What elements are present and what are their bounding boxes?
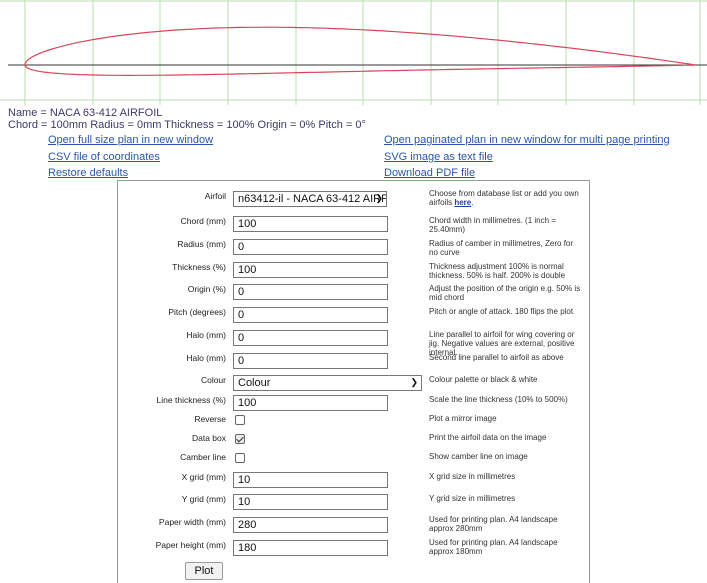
- paper-width-input[interactable]: 280: [233, 517, 388, 533]
- airfoil-select-value: n63412-il - NACA 63-412 AIRFOIL: [238, 193, 386, 205]
- x-grid-label: X grid (mm): [181, 472, 226, 482]
- airfoil-name-line: Name = NACA 63-412 AIRFOIL: [8, 107, 163, 119]
- x-grid-input[interactable]: 10: [233, 472, 388, 488]
- colour-select[interactable]: Colour ❯: [233, 375, 422, 391]
- line-thickness-desc: Scale the line thickness (10% to 500%): [429, 395, 568, 404]
- paper-height-label: Paper height (mm): [155, 540, 226, 550]
- plot-button[interactable]: Plot: [185, 562, 223, 580]
- reverse-checkbox[interactable]: [235, 415, 245, 425]
- y-grid-desc: Y grid size in millimetres: [429, 494, 516, 503]
- download-pdf-link[interactable]: Download PDF file: [384, 167, 475, 180]
- settings-form: Airfoil n63412-il - NACA 63-412 AIRFOIL …: [117, 180, 590, 583]
- thickness-desc: Thickness adjustment 100% is normal thic…: [429, 262, 566, 280]
- second-halo-label: Halo (mm): [186, 353, 226, 363]
- data-box-checkbox[interactable]: [235, 434, 245, 444]
- data-box-label: Data box: [191, 433, 226, 443]
- halo-input[interactable]: 0: [233, 330, 388, 346]
- pitch-input[interactable]: 0: [233, 307, 388, 323]
- data-box-desc: Print the airfoil data on the image: [429, 433, 547, 442]
- csv-file-link[interactable]: CSV file of coordinates: [48, 151, 160, 164]
- chord-label: Chord (mm): [180, 216, 226, 226]
- halo-label: Halo (mm): [186, 330, 226, 340]
- svg-text-link[interactable]: SVG image as text file: [384, 151, 493, 164]
- paper-width-desc: Used for printing plan. A4 landscape app…: [429, 515, 558, 533]
- line-thickness-label: Line thickness (%): [156, 395, 226, 405]
- airfoil-plot: [0, 0, 707, 105]
- colour-desc: Colour palette or black & white: [429, 375, 538, 384]
- open-full-size-link[interactable]: Open full size plan in new window: [48, 134, 213, 147]
- restore-defaults-link[interactable]: Restore defaults: [48, 167, 128, 180]
- camber-line-desc: Show camber line on image: [429, 452, 528, 461]
- origin-label: Origin (%): [187, 284, 226, 294]
- paper-height-desc: Used for printing plan. A4 landscape app…: [429, 538, 558, 556]
- camber-line-label: Camber line: [180, 452, 226, 462]
- airfoil-label: Airfoil: [204, 191, 226, 201]
- thickness-input[interactable]: 100: [233, 262, 388, 278]
- airfoil-outline: [24, 26, 697, 77]
- reverse-desc: Plot a mirror image: [429, 414, 497, 423]
- airfoil-params-line: Chord = 100mm Radius = 0mm Thickness = 1…: [8, 119, 366, 131]
- paper-width-label: Paper width (mm): [158, 517, 226, 527]
- second-halo-input[interactable]: 0: [233, 353, 388, 369]
- camber-line-checkbox[interactable]: [235, 453, 245, 463]
- paper-height-input[interactable]: 180: [233, 540, 388, 556]
- x-grid-desc: X grid size in millimetres: [429, 472, 516, 481]
- second-halo-desc: Second line parallel to airfoil as above: [429, 353, 564, 362]
- chevron-down-icon: ❯: [375, 193, 383, 203]
- line-thickness-input[interactable]: 100: [233, 395, 388, 411]
- chord-desc: Chord width in millimetres. (1 inch = 25…: [429, 216, 556, 234]
- radius-input[interactable]: 0: [233, 239, 388, 255]
- radius-label: Radius (mm): [177, 239, 226, 249]
- add-airfoils-link[interactable]: here: [454, 198, 471, 207]
- colour-select-value: Colour: [238, 377, 271, 389]
- chevron-down-icon: ❯: [410, 377, 418, 387]
- airfoil-desc: Choose from database list or add you own…: [429, 189, 579, 207]
- open-paginated-link[interactable]: Open paginated plan in new window for mu…: [384, 134, 670, 147]
- reverse-label: Reverse: [194, 414, 226, 424]
- y-grid-label: Y grid (mm): [181, 494, 226, 504]
- radius-desc: Radius of camber in millimetres, Zero fo…: [429, 239, 574, 257]
- pitch-desc: Pitch or angle of attack. 180 flips the …: [429, 307, 574, 316]
- chord-input[interactable]: 100: [233, 216, 388, 232]
- airfoil-select[interactable]: n63412-il - NACA 63-412 AIRFOIL ❯: [233, 191, 387, 207]
- pitch-label: Pitch (degrees): [168, 307, 226, 317]
- origin-desc: Adjust the position of the origin e.g. 5…: [429, 284, 581, 302]
- thickness-label: Thickness (%): [172, 262, 226, 272]
- plot-grid: [0, 0, 707, 105]
- colour-label: Colour: [200, 375, 226, 385]
- y-grid-input[interactable]: 10: [233, 494, 388, 510]
- origin-input[interactable]: 0: [233, 284, 388, 300]
